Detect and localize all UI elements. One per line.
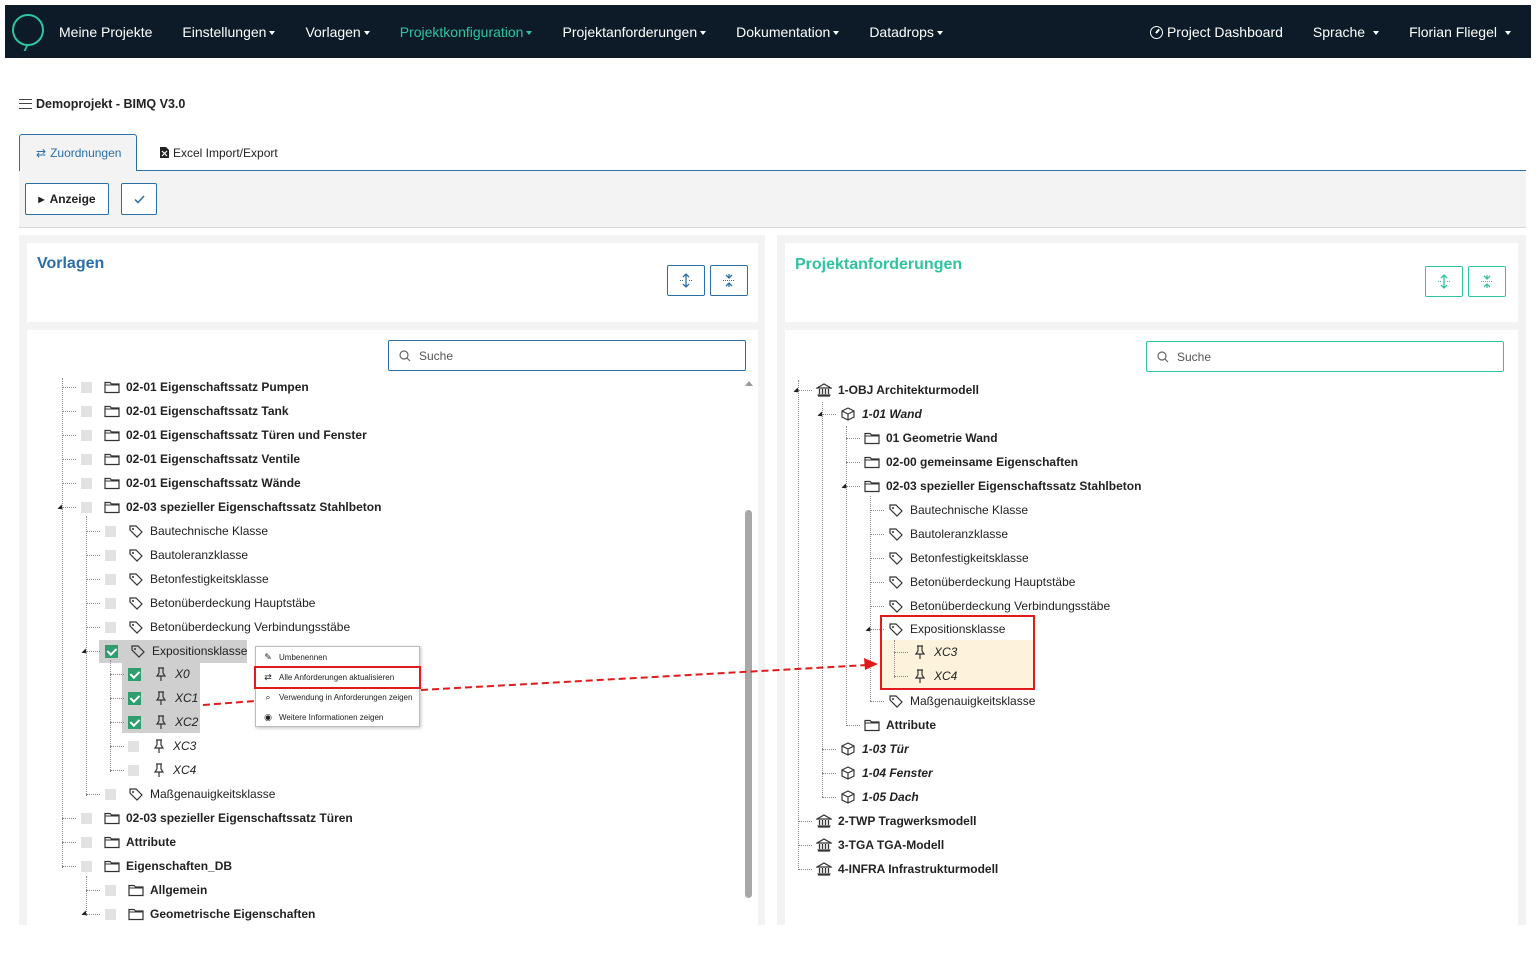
annotation-arrow (202, 658, 878, 706)
